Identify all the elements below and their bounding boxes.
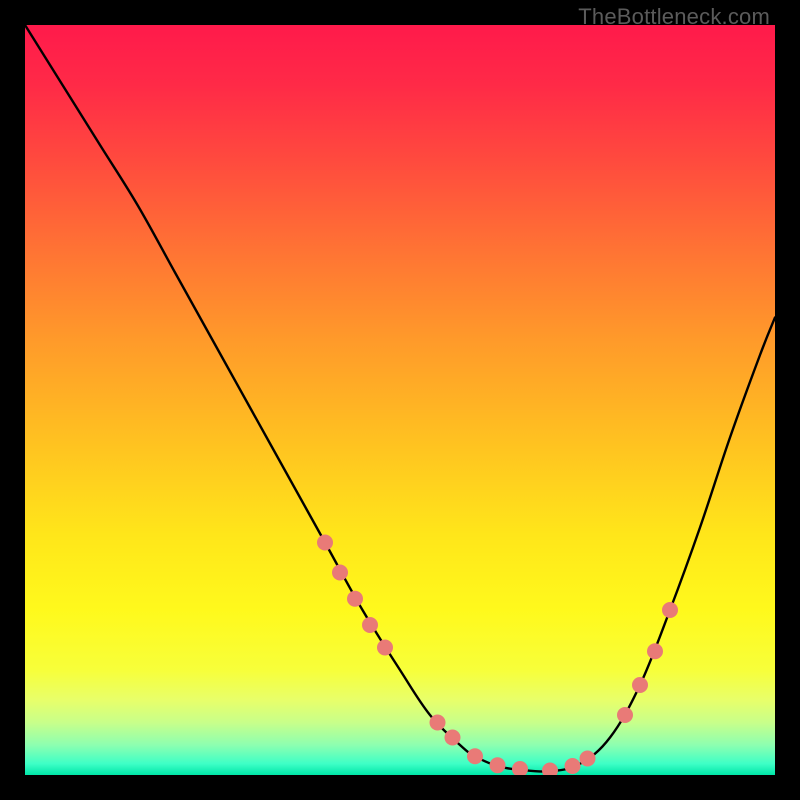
highlight-dot	[430, 715, 446, 731]
watermark-text: TheBottleneck.com	[578, 4, 770, 30]
highlight-dot	[347, 591, 363, 607]
highlight-dot	[332, 565, 348, 581]
highlight-dot	[647, 643, 663, 659]
highlight-dot	[662, 602, 678, 618]
highlight-dot	[512, 761, 528, 775]
highlight-dot	[317, 535, 333, 551]
highlight-dot	[542, 763, 558, 776]
highlight-dot	[490, 757, 506, 773]
highlight-dot	[565, 758, 581, 774]
highlight-dot	[467, 748, 483, 764]
chart-overlay	[25, 25, 775, 775]
outer-frame: TheBottleneck.com	[0, 0, 800, 800]
highlight-dot	[580, 751, 596, 767]
highlight-dot	[617, 707, 633, 723]
bottleneck-curve	[25, 25, 775, 772]
highlight-dot	[632, 677, 648, 693]
highlight-dot	[362, 617, 378, 633]
highlight-dots	[317, 535, 678, 776]
highlight-dot	[445, 730, 461, 746]
highlight-dot	[377, 640, 393, 656]
plot-area	[25, 25, 775, 775]
